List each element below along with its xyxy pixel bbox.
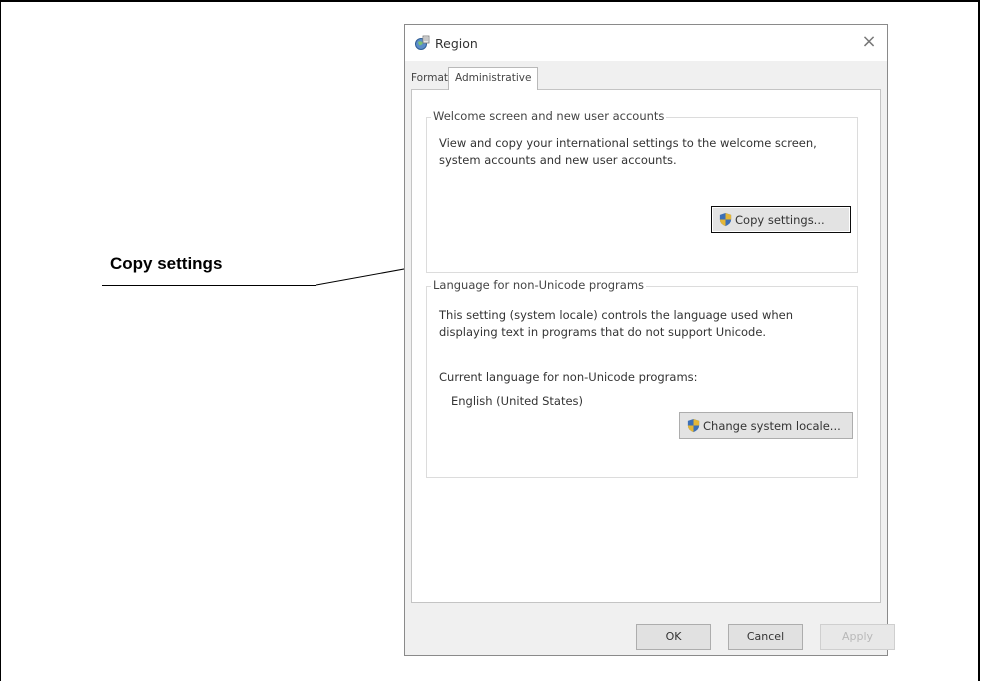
non-unicode-group: Language for non-Unicode programs This s… (426, 278, 858, 478)
welcome-group-legend: Welcome screen and new user accounts (431, 109, 667, 123)
title-bar: Region × (405, 25, 887, 61)
copy-settings-button[interactable]: Copy settings... (711, 206, 851, 233)
dialog-title: Region (435, 36, 478, 51)
non-unicode-group-description: This setting (system locale) controls th… (439, 308, 794, 339)
uac-shield-icon (687, 418, 700, 433)
callout-underline (102, 285, 316, 286)
uac-shield-icon (719, 212, 732, 227)
tab-strip: Formats Administrative (405, 67, 887, 90)
welcome-group-description: View and copy your international setting… (439, 136, 817, 167)
cancel-button[interactable]: Cancel (728, 624, 803, 650)
close-icon[interactable]: × (851, 25, 887, 61)
administrative-panel: Welcome screen and new user accounts Vie… (411, 89, 881, 603)
current-language-value: English (United States) (451, 394, 584, 408)
tab-administrative[interactable]: Administrative (448, 67, 539, 90)
welcome-screen-group: Welcome screen and new user accounts Vie… (426, 109, 858, 273)
region-dialog: Region × Formats Administrative Welcome … (404, 24, 895, 656)
callout-label: Copy settings (110, 254, 223, 273)
change-system-locale-label: Change system locale... (703, 418, 841, 433)
non-unicode-group-legend: Language for non-Unicode programs (431, 278, 647, 292)
apply-button[interactable]: Apply (820, 624, 895, 650)
change-system-locale-button[interactable]: Change system locale... (679, 412, 853, 439)
copy-settings-label: Copy settings... (735, 212, 825, 227)
current-language-label: Current language for non-Unicode program… (439, 370, 698, 384)
region-app-icon (414, 35, 430, 51)
ok-button[interactable]: OK (636, 624, 711, 650)
